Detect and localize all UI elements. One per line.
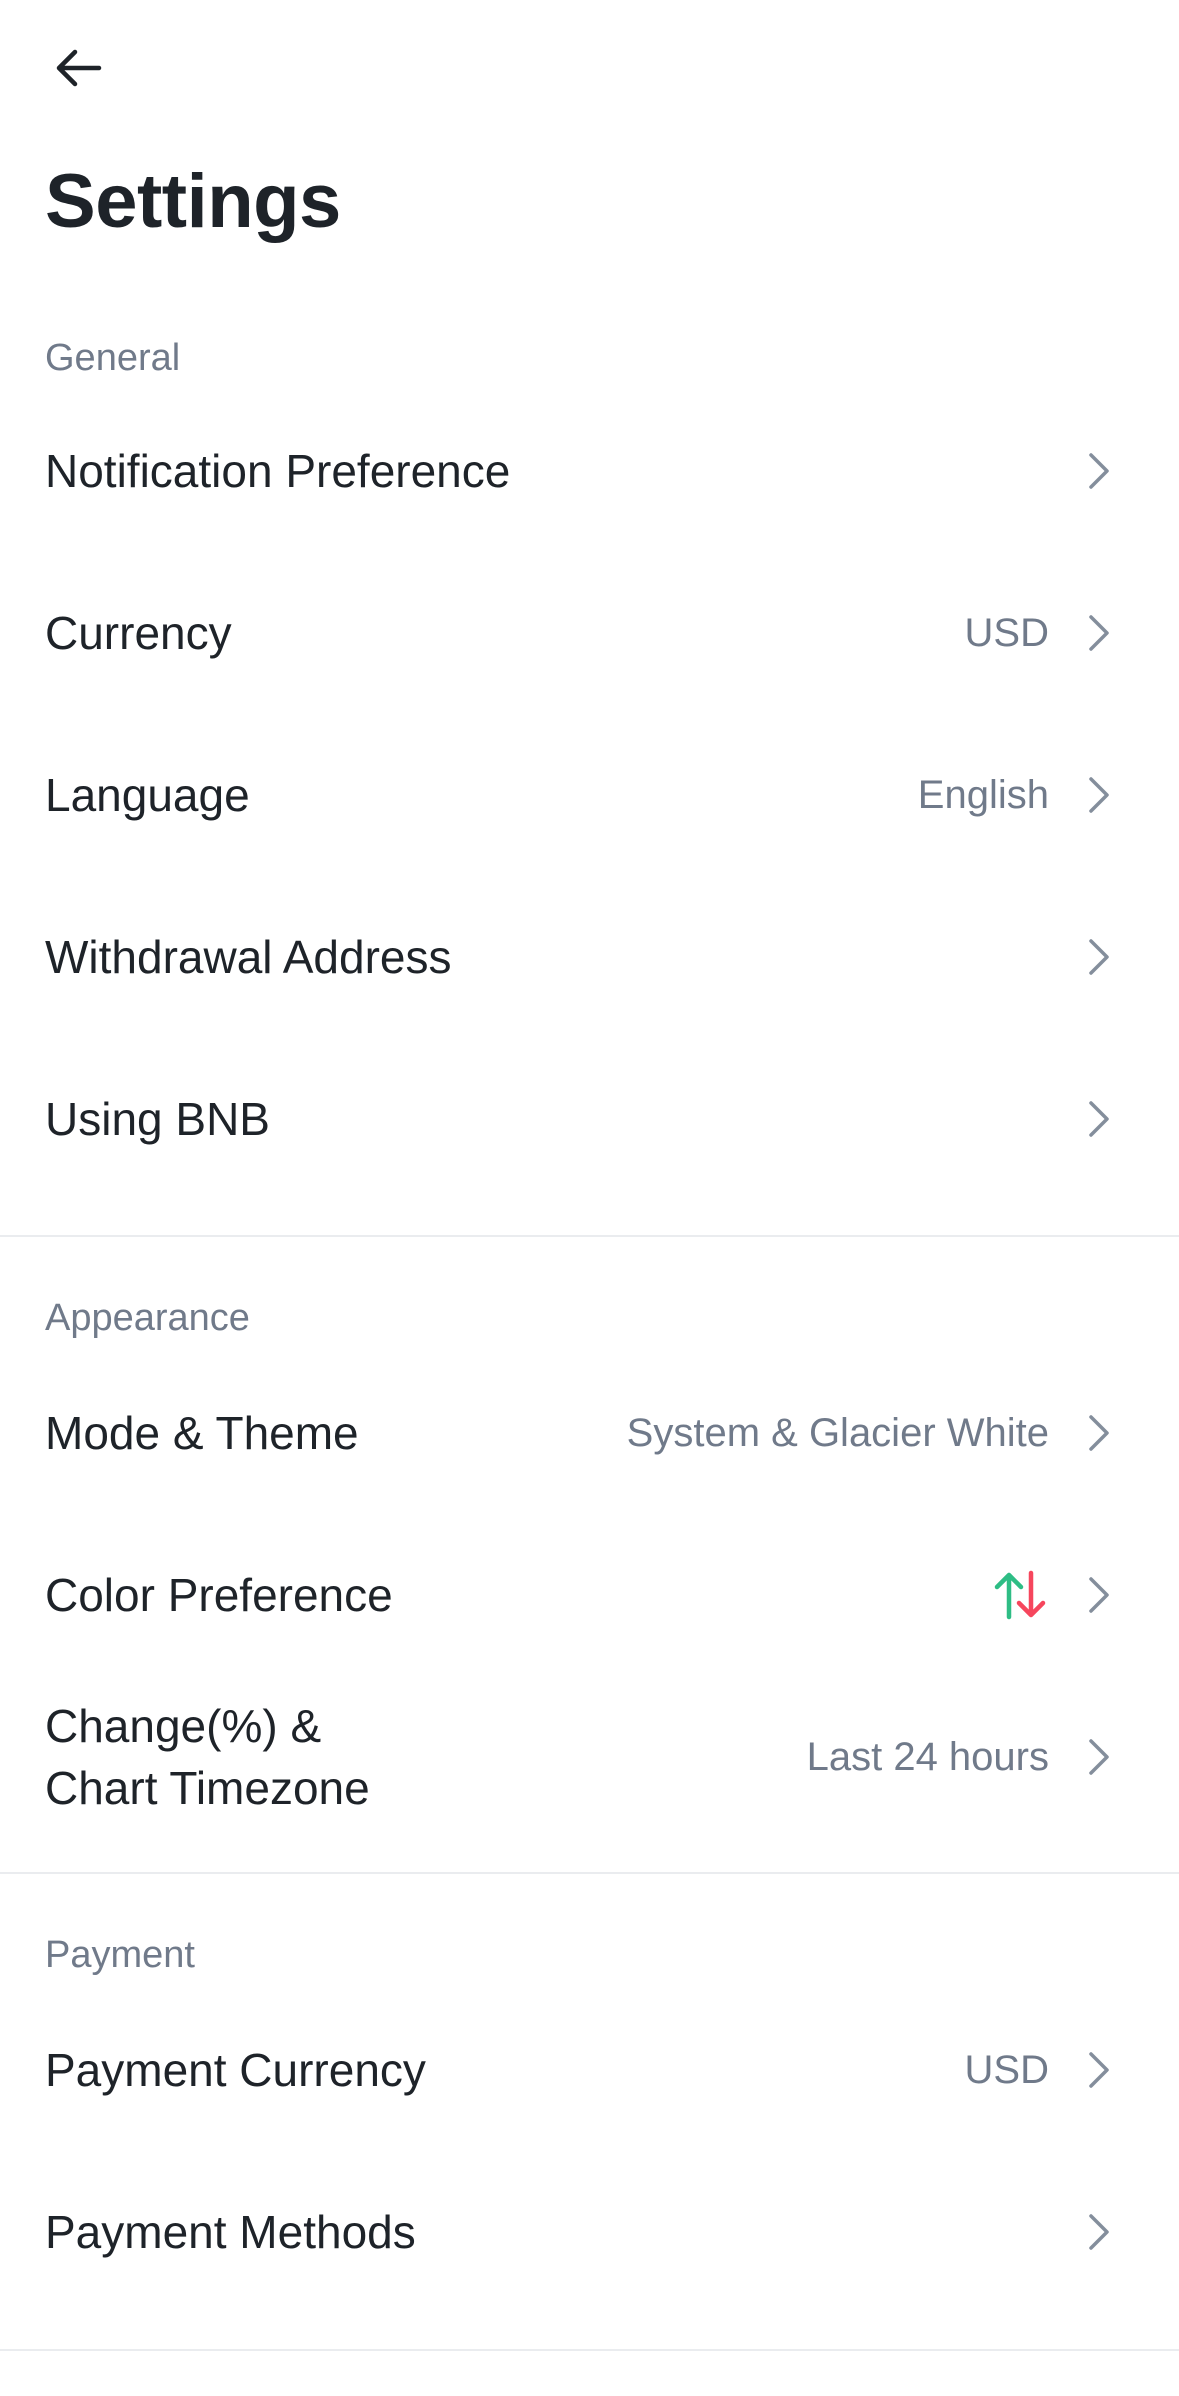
chevron-right-icon xyxy=(1079,1095,1119,1143)
language-row[interactable]: Language English xyxy=(0,714,1179,876)
color-preference-row[interactable]: Color Preference xyxy=(0,1514,1179,1676)
chevron-right-icon xyxy=(1079,2208,1119,2256)
section-header-appearance: Appearance xyxy=(45,1297,250,1339)
row-label: Language xyxy=(45,768,250,821)
row-label: Notification Preference xyxy=(45,444,511,497)
payment-methods-row[interactable]: Payment Methods xyxy=(0,2151,1179,2313)
row-value: USD xyxy=(964,2047,1049,2092)
withdrawal-address-row[interactable]: Withdrawal Address xyxy=(0,876,1179,1038)
row-label-line-2: Chart Timezone xyxy=(45,1762,370,1814)
chevron-right-icon xyxy=(1079,1733,1119,1781)
currency-row[interactable]: Currency USD xyxy=(0,552,1179,714)
payment-currency-row[interactable]: Payment Currency USD xyxy=(0,1989,1179,2151)
chevron-right-icon xyxy=(1079,1409,1119,1457)
chevron-right-icon xyxy=(1079,1571,1119,1619)
chevron-right-icon xyxy=(1079,933,1119,981)
page-title: Settings xyxy=(45,159,341,244)
row-label: Payment Currency xyxy=(45,2043,426,2096)
row-value: English xyxy=(917,772,1049,817)
section-divider xyxy=(0,2349,1179,2351)
mode-theme-row[interactable]: Mode & Theme System & Glacier White xyxy=(0,1352,1179,1514)
row-value: System & Glacier White xyxy=(626,1410,1049,1455)
row-value: USD xyxy=(964,610,1049,655)
row-label: Color Preference xyxy=(45,1568,393,1621)
section-divider xyxy=(0,1235,1179,1237)
back-button[interactable] xyxy=(46,36,110,100)
chevron-right-icon xyxy=(1079,609,1119,657)
row-label: Payment Methods xyxy=(45,2205,416,2258)
row-value: Last 24 hours xyxy=(806,1734,1049,1779)
row-label: Mode & Theme xyxy=(45,1406,359,1459)
using-bnb-row[interactable]: Using BNB xyxy=(0,1038,1179,1200)
chevron-right-icon xyxy=(1079,771,1119,819)
row-label: Currency xyxy=(45,606,232,659)
row-label: Using BNB xyxy=(45,1092,270,1145)
section-header-general: General xyxy=(45,337,181,379)
row-label: Change(%) & Chart Timezone xyxy=(45,1695,807,1819)
section-divider xyxy=(0,1872,1179,1874)
row-label: Withdrawal Address xyxy=(45,930,452,983)
chevron-right-icon xyxy=(1079,2046,1119,2094)
chevron-right-icon xyxy=(1079,447,1119,495)
up-down-arrows-icon xyxy=(991,1569,1049,1621)
arrow-left-icon xyxy=(56,49,102,87)
section-header-payment: Payment xyxy=(45,1934,195,1976)
notification-preference-row[interactable]: Notification Preference xyxy=(0,390,1179,552)
change-chart-timezone-row[interactable]: Change(%) & Chart Timezone Last 24 hours xyxy=(0,1676,1179,1838)
row-label-line-1: Change(%) & xyxy=(45,1699,322,1752)
